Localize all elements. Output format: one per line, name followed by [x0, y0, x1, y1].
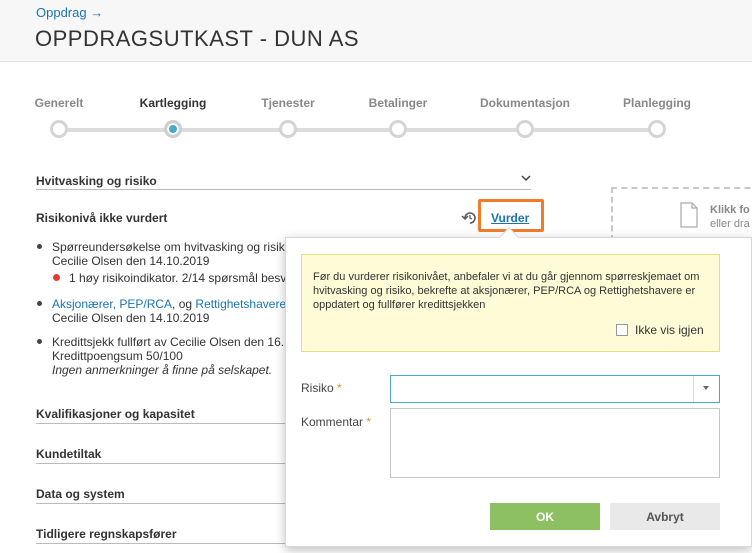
step-dot — [648, 120, 666, 138]
step-dot — [50, 120, 68, 138]
chevron-down-icon[interactable] — [521, 173, 531, 183]
section-divider — [36, 503, 286, 504]
page-header: Oppdrag → OPPDRAGSUTKAST - DUN AS — [0, 0, 752, 62]
required-mark: * — [337, 381, 342, 395]
section-divider — [36, 463, 286, 464]
risk-select[interactable] — [390, 375, 720, 403]
step-betalinger[interactable]: Betalinger — [338, 96, 458, 138]
dont-show-again-checkbox[interactable] — [616, 324, 628, 336]
credit-remarks: Ingen anmerkninger å finne på selskapet. — [52, 363, 273, 377]
risk-field-label: Risiko * — [301, 381, 342, 395]
survey-warning: 1 høy risikoindikator. 2/14 spørsmål bes… — [69, 271, 287, 285]
dropzone-subtext: eller dra — [710, 218, 750, 230]
section-kvalifikasjoner[interactable]: Kvalifikasjoner og kapasitet — [36, 407, 195, 421]
dropzone-text: Klikk fo — [710, 204, 750, 216]
step-kartlegging[interactable]: Kartlegging — [113, 96, 233, 138]
section-data-og-system[interactable]: Data og system — [36, 487, 125, 501]
step-label: Tjenester — [261, 96, 315, 110]
risk-status-label: Risikonivå ikke vurdert — [36, 211, 168, 225]
required-mark: * — [366, 415, 372, 429]
risk-indicator-dot — [53, 274, 60, 281]
survey-author: Cecilie Olsen den 14.10.2019 — [52, 254, 210, 268]
progress-stepper: Generelt Kartlegging Tjenester Betalinge… — [0, 96, 752, 146]
step-planlegging[interactable]: Planlegging — [597, 96, 717, 138]
section-divider — [36, 543, 286, 544]
credit-score: Kredittpoengsum 50/100 — [52, 349, 183, 363]
step-tjenester[interactable]: Tjenester — [228, 96, 348, 138]
select-divider — [693, 376, 694, 402]
history-icon[interactable] — [461, 210, 479, 226]
step-dot-active — [164, 120, 182, 138]
step-label: Dokumentasjon — [479, 96, 570, 110]
aksjonaerer-link[interactable]: Aksjonærer, PEP/RCA — [52, 297, 172, 311]
warning-text: Før du vurderer risikonivået, anbefaler … — [313, 271, 700, 311]
section-tidligere-regnskapsforer[interactable]: Tidligere regnskapsfører — [36, 527, 177, 541]
dont-show-again-label[interactable]: Ikke vis igjen — [635, 323, 704, 337]
risk-label-text: Risiko — [301, 381, 334, 395]
section-divider — [36, 423, 286, 424]
page-title: OPPDRAGSUTKAST - DUN AS — [35, 26, 360, 51]
rettighetshavere-link[interactable]: Rettighetshavere — [195, 297, 286, 311]
step-dot — [389, 120, 407, 138]
bullet — [37, 244, 42, 249]
step-label: Generelt — [34, 96, 84, 110]
step-generelt[interactable]: Generelt — [0, 96, 119, 138]
caret-down-icon[interactable] — [703, 386, 709, 390]
step-label: Planlegging — [622, 96, 691, 110]
comment-label-text: Kommentar — [301, 415, 364, 429]
owners-line: Aksjonærer, PEP/RCA, og Rettighetshavere — [52, 297, 286, 311]
owners-separator: , og — [172, 297, 196, 311]
breadcrumb-oppdrag[interactable]: Oppdrag → — [36, 5, 103, 20]
bullet — [37, 301, 42, 306]
step-label: Kartlegging — [139, 96, 207, 110]
section-kundetiltak[interactable]: Kundetiltak — [36, 447, 101, 461]
owners-author: Cecilie Olsen den 14.10.2019 — [52, 311, 210, 325]
comment-field-label: Kommentar * — [301, 415, 371, 429]
step-dot — [516, 120, 534, 138]
step-dokumentasjon[interactable]: Dokumentasjon — [465, 96, 585, 138]
section-hvitvasking-title[interactable]: Hvitvasking og risiko — [36, 174, 157, 188]
vurder-link[interactable]: Vurder — [491, 211, 529, 225]
comment-textarea[interactable] — [390, 408, 720, 478]
survey-line: Spørreundersøkelse om hvitvasking og ris… — [52, 240, 285, 254]
credit-line: Kredittsjekk fullført av Cecilie Olsen d… — [52, 335, 285, 349]
step-label: Betalinger — [368, 96, 428, 110]
bullet — [37, 339, 42, 344]
ok-button[interactable]: OK — [490, 503, 600, 530]
section-divider — [36, 189, 531, 190]
cancel-button[interactable]: Avbryt — [610, 503, 720, 530]
document-icon — [680, 202, 698, 228]
step-dot — [279, 120, 297, 138]
